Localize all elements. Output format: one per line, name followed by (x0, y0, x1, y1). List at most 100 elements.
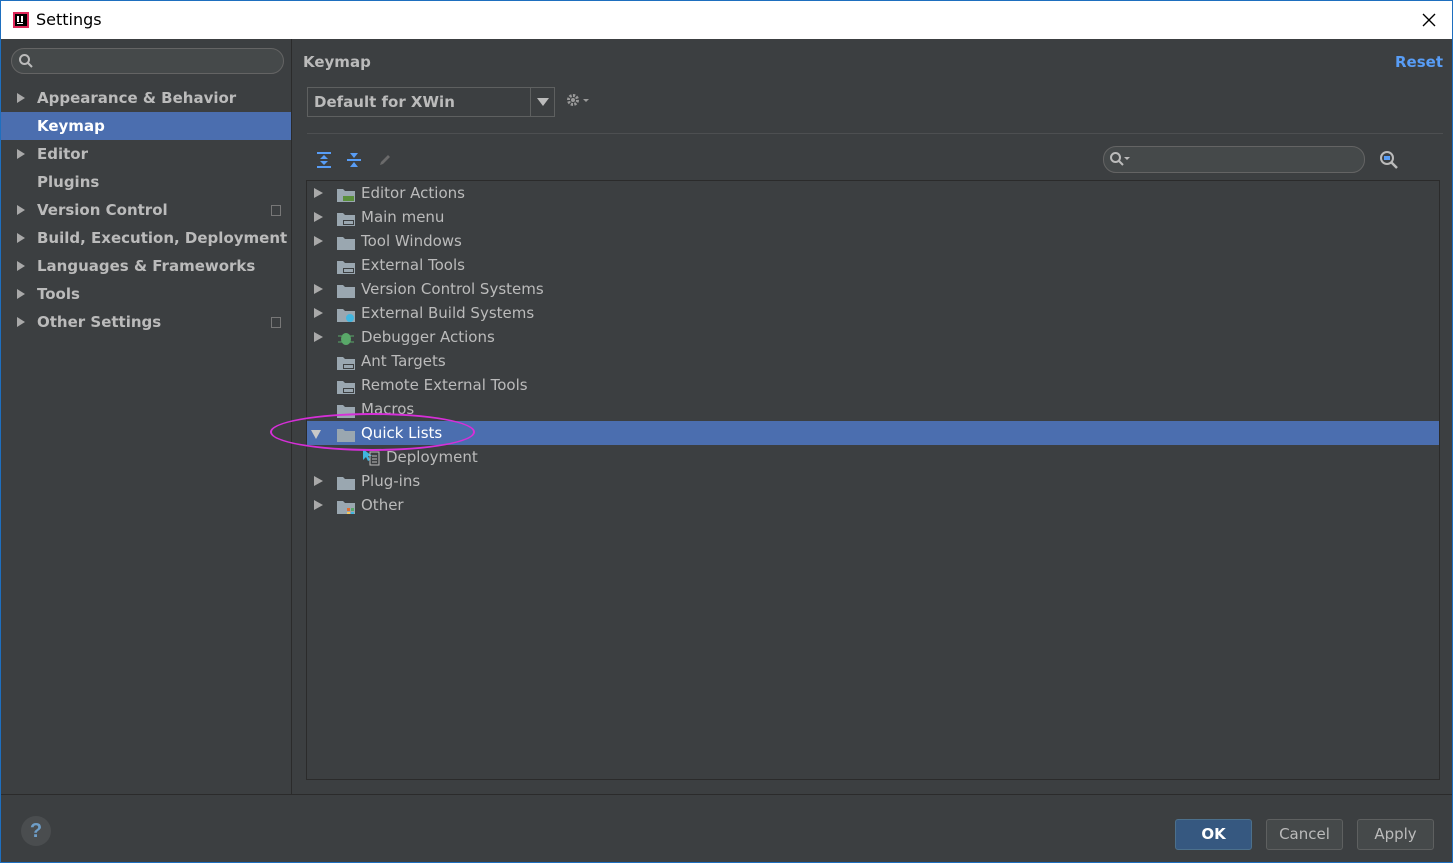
sidebar-item-label: Editor (37, 145, 88, 163)
expand-arrow-icon[interactable] (314, 308, 323, 318)
main-menu-folder-icon (337, 209, 355, 226)
debugger-bug-icon (337, 329, 355, 345)
folder-icon (337, 425, 355, 442)
remote-tools-folder-icon (337, 377, 355, 394)
tree-row[interactable]: Plug-ins (307, 469, 1439, 493)
separator (307, 133, 1443, 134)
tree-row[interactable]: Macros (307, 397, 1439, 421)
tree-row[interactable]: Other (307, 493, 1439, 517)
expand-arrow-icon[interactable] (17, 317, 25, 327)
tree-row-label: Editor Actions (361, 184, 465, 202)
dropdown-arrow-icon[interactable] (530, 88, 554, 116)
tree-row[interactable]: Quick Lists (307, 421, 1439, 445)
project-level-icon (271, 205, 281, 216)
sidebar-item[interactable]: Build, Execution, Deployment (1, 224, 291, 252)
tree-row-label: External Tools (361, 256, 465, 274)
keymap-select-value: Default for XWin (314, 93, 455, 111)
sidebar-item[interactable]: Tools (1, 280, 291, 308)
expand-arrow-icon[interactable] (17, 93, 25, 103)
reset-link[interactable]: Reset (1395, 53, 1443, 71)
expand-arrow-icon[interactable] (314, 332, 323, 342)
expand-arrow-icon[interactable] (314, 188, 323, 198)
tree-row[interactable]: Ant Targets (307, 349, 1439, 373)
sidebar-item[interactable]: Plugins (1, 168, 291, 196)
sidebar-item[interactable]: Version Control (1, 196, 291, 224)
settings-window: Settings Appearance & Behavior Keymap Edit… (0, 0, 1453, 863)
ant-folder-icon (337, 353, 355, 370)
apply-button[interactable]: Apply (1357, 819, 1434, 850)
expand-arrow-icon[interactable] (17, 289, 25, 299)
tree-row[interactable]: Tool Windows (307, 229, 1439, 253)
expand-arrow-icon[interactable] (17, 233, 25, 243)
window-title: Settings (36, 10, 102, 29)
folder-icon (337, 401, 355, 418)
intellij-app-icon (13, 12, 29, 28)
title-bar: Settings (1, 1, 1452, 39)
help-button[interactable]: ? (21, 816, 51, 846)
close-button[interactable] (1406, 1, 1452, 39)
expand-arrow-icon[interactable] (17, 205, 25, 215)
sidebar-item[interactable]: Editor (1, 140, 291, 168)
sidebar-item[interactable]: Appearance & Behavior (1, 84, 291, 112)
expand-all-icon[interactable] (315, 151, 333, 169)
sidebar-item-label: Appearance & Behavior (37, 89, 237, 107)
sidebar-item-label: Other Settings (37, 313, 162, 331)
find-action-input[interactable] (1103, 146, 1365, 173)
sidebar-item[interactable]: Keymap (1, 112, 291, 140)
cancel-button[interactable]: Cancel (1266, 819, 1343, 850)
tree-row-label: Tool Windows (361, 232, 462, 250)
tree-row-label: Main menu (361, 208, 445, 226)
sidebar-item-label: Keymap (37, 117, 105, 135)
search-icon (19, 54, 33, 68)
sidebar-item-label: Version Control (37, 201, 168, 219)
other-folder-icon (337, 497, 355, 514)
tree-row[interactable]: Debugger Actions (307, 325, 1439, 349)
sidebar-item-label: Plugins (37, 173, 100, 191)
tree-row-label: Version Control Systems (361, 280, 544, 298)
expand-arrow-icon[interactable] (314, 476, 323, 486)
tree-row[interactable]: Main menu (307, 205, 1439, 229)
tree-row-label: Remote External Tools (361, 376, 528, 394)
tree-row[interactable]: Editor Actions (307, 181, 1439, 205)
folder-icon (337, 473, 355, 490)
edit-shortcut-icon[interactable] (377, 152, 393, 168)
quick-list-icon (362, 449, 380, 466)
search-icon (1110, 152, 1130, 166)
expand-arrow-icon[interactable] (17, 149, 25, 159)
collapse-all-icon[interactable] (345, 151, 363, 169)
settings-search-input[interactable] (11, 48, 284, 74)
gear-icon[interactable] (565, 92, 591, 110)
expand-arrow-icon[interactable] (314, 500, 323, 510)
tree-row[interactable]: External Tools (307, 253, 1439, 277)
expand-arrow-icon[interactable] (314, 212, 323, 222)
sidebar-item[interactable]: Other Settings (1, 308, 291, 336)
sidebar-item[interactable]: Languages & Frameworks (1, 252, 291, 280)
external-build-folder-icon (337, 305, 355, 322)
collapse-arrow-icon[interactable] (311, 430, 321, 439)
sidebar-item-label: Languages & Frameworks (37, 257, 256, 275)
keymap-select[interactable]: Default for XWin (307, 87, 555, 117)
tree-row-label: Quick Lists (361, 424, 443, 442)
expand-arrow-icon[interactable] (314, 284, 323, 294)
find-by-shortcut-icon[interactable] (1378, 149, 1400, 171)
tree-row[interactable]: Version Control Systems (307, 277, 1439, 301)
tree-row[interactable]: External Build Systems (307, 301, 1439, 325)
close-icon (1422, 13, 1436, 27)
keymap-panel: Keymap Reset Default for XWin Editor Act… (293, 39, 1453, 794)
page-title: Keymap (303, 53, 371, 71)
tree-row-label: Deployment (386, 448, 478, 466)
tree-row[interactable]: Remote External Tools (307, 373, 1439, 397)
folder-icon (337, 281, 355, 298)
sidebar-item-label: Tools (37, 285, 80, 303)
keymap-action-tree[interactable]: Editor Actions Main menu Tool Windows Exter… (306, 180, 1440, 780)
ok-button[interactable]: OK (1175, 819, 1252, 850)
dialog-footer: ? OK Cancel Apply (1, 794, 1452, 862)
expand-arrow-icon[interactable] (314, 236, 323, 246)
tree-row[interactable]: Deployment (307, 445, 1439, 469)
tree-row-label: External Build Systems (361, 304, 535, 322)
project-level-icon (271, 317, 281, 328)
tree-row-label: Other (361, 496, 404, 514)
external-tools-folder-icon (337, 257, 355, 274)
tree-row-label: Ant Targets (361, 352, 446, 370)
expand-arrow-icon[interactable] (17, 261, 25, 271)
